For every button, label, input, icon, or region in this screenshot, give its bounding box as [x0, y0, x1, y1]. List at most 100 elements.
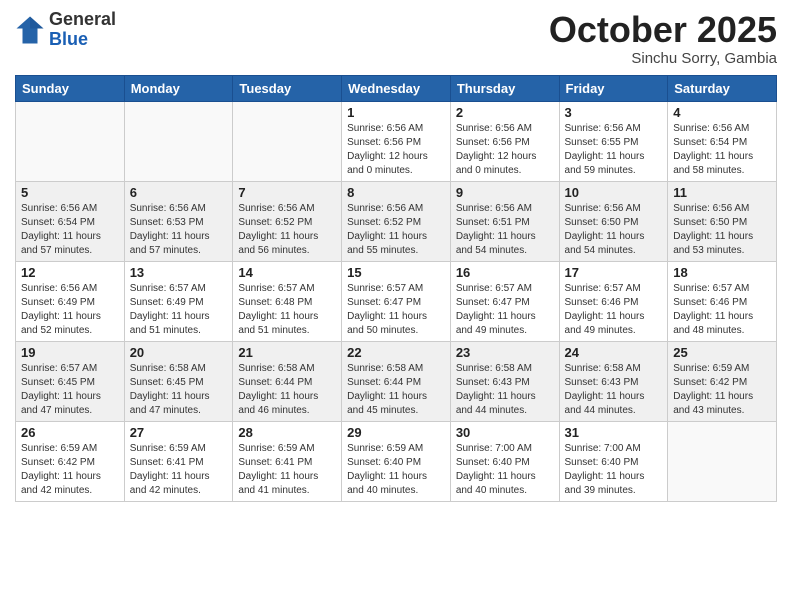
table-row — [16, 101, 125, 181]
calendar-week-row: 5 Sunrise: 6:56 AM Sunset: 6:54 PM Daylig… — [16, 181, 777, 261]
day-info: Sunrise: 6:57 AM Sunset: 6:47 PM Dayligh… — [456, 282, 554, 338]
day-number: 23 — [456, 345, 554, 360]
day-number: 10 — [565, 185, 663, 200]
day-number: 17 — [565, 265, 663, 280]
day-number: 4 — [673, 105, 771, 120]
day-info: Sunrise: 6:56 AM Sunset: 6:50 PM Dayligh… — [565, 202, 663, 258]
day-number: 25 — [673, 345, 771, 360]
day-number: 20 — [130, 345, 228, 360]
day-number: 30 — [456, 425, 554, 440]
day-info: Sunrise: 6:57 AM Sunset: 6:45 PM Dayligh… — [21, 362, 119, 418]
day-info: Sunrise: 6:59 AM Sunset: 6:41 PM Dayligh… — [238, 442, 336, 498]
calendar-week-row: 12 Sunrise: 6:56 AM Sunset: 6:49 PM Dayli… — [16, 261, 777, 341]
day-info: Sunrise: 6:58 AM Sunset: 6:44 PM Dayligh… — [347, 362, 445, 418]
table-row — [233, 101, 342, 181]
day-info: Sunrise: 6:59 AM Sunset: 6:40 PM Dayligh… — [347, 442, 445, 498]
day-number: 15 — [347, 265, 445, 280]
day-info: Sunrise: 6:56 AM Sunset: 6:52 PM Dayligh… — [347, 202, 445, 258]
table-row: 12 Sunrise: 6:56 AM Sunset: 6:49 PM Dayli… — [16, 261, 125, 341]
day-number: 11 — [673, 185, 771, 200]
page-container: General Blue October 2025 Sinchu Sorry, … — [0, 0, 792, 512]
col-friday: Friday — [559, 75, 668, 101]
calendar-week-row: 26 Sunrise: 6:59 AM Sunset: 6:42 PM Dayli… — [16, 421, 777, 501]
table-row: 13 Sunrise: 6:57 AM Sunset: 6:49 PM Dayli… — [124, 261, 233, 341]
table-row: 23 Sunrise: 6:58 AM Sunset: 6:43 PM Dayli… — [450, 341, 559, 421]
day-info: Sunrise: 6:57 AM Sunset: 6:49 PM Dayligh… — [130, 282, 228, 338]
day-number: 21 — [238, 345, 336, 360]
location-subtitle: Sinchu Sorry, Gambia — [549, 50, 777, 67]
calendar-week-row: 19 Sunrise: 6:57 AM Sunset: 6:45 PM Dayli… — [16, 341, 777, 421]
day-number: 6 — [130, 185, 228, 200]
day-number: 8 — [347, 185, 445, 200]
day-info: Sunrise: 7:00 AM Sunset: 6:40 PM Dayligh… — [565, 442, 663, 498]
day-info: Sunrise: 6:56 AM Sunset: 6:49 PM Dayligh… — [21, 282, 119, 338]
day-number: 3 — [565, 105, 663, 120]
logo-text: General Blue — [49, 10, 116, 50]
day-info: Sunrise: 6:58 AM Sunset: 6:44 PM Dayligh… — [238, 362, 336, 418]
day-number: 31 — [565, 425, 663, 440]
table-row: 16Sunrise: 6:57 AM Sunset: 6:47 PM Dayli… — [450, 261, 559, 341]
table-row: 1 Sunrise: 6:56 AM Sunset: 6:56 PM Daylig… — [342, 101, 451, 181]
table-row: 15 Sunrise: 6:57 AM Sunset: 6:47 PM Dayli… — [342, 261, 451, 341]
day-info: Sunrise: 7:00 AM Sunset: 6:40 PM Dayligh… — [456, 442, 554, 498]
day-info: Sunrise: 6:56 AM Sunset: 6:56 PM Dayligh… — [347, 122, 445, 178]
table-row: 27 Sunrise: 6:59 AM Sunset: 6:41 PM Dayli… — [124, 421, 233, 501]
col-saturday: Saturday — [668, 75, 777, 101]
day-info: Sunrise: 6:59 AM Sunset: 6:42 PM Dayligh… — [21, 442, 119, 498]
day-number: 1 — [347, 105, 445, 120]
day-number: 12 — [21, 265, 119, 280]
table-row: 8 Sunrise: 6:56 AM Sunset: 6:52 PM Daylig… — [342, 181, 451, 261]
day-info: Sunrise: 6:59 AM Sunset: 6:41 PM Dayligh… — [130, 442, 228, 498]
day-info: Sunrise: 6:56 AM Sunset: 6:54 PM Dayligh… — [673, 122, 771, 178]
table-row: 3 Sunrise: 6:56 AM Sunset: 6:55 PM Daylig… — [559, 101, 668, 181]
day-number: 22 — [347, 345, 445, 360]
page-header: General Blue October 2025 Sinchu Sorry, … — [15, 10, 777, 67]
day-number: 2 — [456, 105, 554, 120]
day-info: Sunrise: 6:57 AM Sunset: 6:47 PM Dayligh… — [347, 282, 445, 338]
table-row: 31 Sunrise: 7:00 AM Sunset: 6:40 PM Dayli… — [559, 421, 668, 501]
table-row: 7 Sunrise: 6:56 AM Sunset: 6:52 PM Daylig… — [233, 181, 342, 261]
table-row — [124, 101, 233, 181]
table-row: 22 Sunrise: 6:58 AM Sunset: 6:44 PM Dayli… — [342, 341, 451, 421]
day-number: 26 — [21, 425, 119, 440]
day-number: 14 — [238, 265, 336, 280]
table-row: 26 Sunrise: 6:59 AM Sunset: 6:42 PM Dayli… — [16, 421, 125, 501]
day-info: Sunrise: 6:58 AM Sunset: 6:43 PM Dayligh… — [565, 362, 663, 418]
day-number: 7 — [238, 185, 336, 200]
day-info: Sunrise: 6:56 AM Sunset: 6:53 PM Dayligh… — [130, 202, 228, 258]
calendar-table: Sunday Monday Tuesday Wednesday Thursday… — [15, 75, 777, 502]
day-info: Sunrise: 6:56 AM Sunset: 6:54 PM Dayligh… — [21, 202, 119, 258]
title-block: October 2025 Sinchu Sorry, Gambia — [549, 10, 777, 67]
table-row: 18Sunrise: 6:57 AM Sunset: 6:46 PM Dayli… — [668, 261, 777, 341]
day-info: Sunrise: 6:56 AM Sunset: 6:51 PM Dayligh… — [456, 202, 554, 258]
col-tuesday: Tuesday — [233, 75, 342, 101]
day-info: Sunrise: 6:56 AM Sunset: 6:52 PM Dayligh… — [238, 202, 336, 258]
table-row: 21 Sunrise: 6:58 AM Sunset: 6:44 PM Dayli… — [233, 341, 342, 421]
table-row: 19 Sunrise: 6:57 AM Sunset: 6:45 PM Dayli… — [16, 341, 125, 421]
table-row: 25Sunrise: 6:59 AM Sunset: 6:42 PM Dayli… — [668, 341, 777, 421]
day-number: 28 — [238, 425, 336, 440]
col-sunday: Sunday — [16, 75, 125, 101]
day-number: 5 — [21, 185, 119, 200]
table-row: 14Sunrise: 6:57 AM Sunset: 6:48 PM Dayli… — [233, 261, 342, 341]
day-number: 19 — [21, 345, 119, 360]
calendar-header-row: Sunday Monday Tuesday Wednesday Thursday… — [16, 75, 777, 101]
table-row: 6 Sunrise: 6:56 AM Sunset: 6:53 PM Daylig… — [124, 181, 233, 261]
day-info: Sunrise: 6:56 AM Sunset: 6:56 PM Dayligh… — [456, 122, 554, 178]
col-wednesday: Wednesday — [342, 75, 451, 101]
table-row: 2 Sunrise: 6:56 AM Sunset: 6:56 PM Daylig… — [450, 101, 559, 181]
day-number: 27 — [130, 425, 228, 440]
day-info: Sunrise: 6:57 AM Sunset: 6:46 PM Dayligh… — [565, 282, 663, 338]
logo-general: General — [49, 10, 116, 30]
logo-blue: Blue — [49, 30, 116, 50]
day-info: Sunrise: 6:58 AM Sunset: 6:45 PM Dayligh… — [130, 362, 228, 418]
table-row: 30 Sunrise: 7:00 AM Sunset: 6:40 PM Dayli… — [450, 421, 559, 501]
logo-icon — [15, 15, 45, 45]
day-number: 24 — [565, 345, 663, 360]
table-row: 9Sunrise: 6:56 AM Sunset: 6:51 PM Daylig… — [450, 181, 559, 261]
table-row — [668, 421, 777, 501]
day-info: Sunrise: 6:58 AM Sunset: 6:43 PM Dayligh… — [456, 362, 554, 418]
day-number: 13 — [130, 265, 228, 280]
day-info: Sunrise: 6:56 AM Sunset: 6:55 PM Dayligh… — [565, 122, 663, 178]
table-row: 5 Sunrise: 6:56 AM Sunset: 6:54 PM Daylig… — [16, 181, 125, 261]
